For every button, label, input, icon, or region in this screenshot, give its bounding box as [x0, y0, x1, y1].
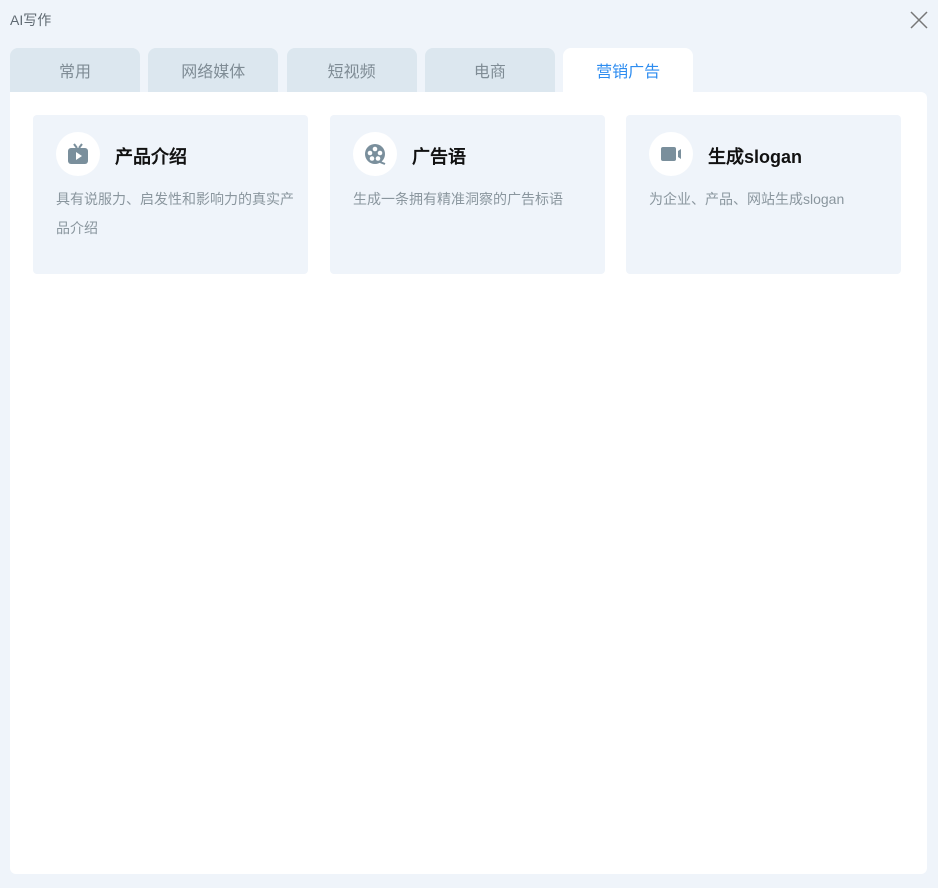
- card-description: 具有说服力、启发性和影响力的真实产品介绍: [56, 191, 294, 236]
- card-title: 生成slogan: [708, 147, 803, 167]
- card-generate-slogan[interactable]: 生成slogan 为企业、产品、网站生成slogan: [626, 115, 901, 274]
- close-icon[interactable]: [908, 9, 930, 31]
- video-camera-icon: [649, 132, 693, 176]
- card-ad-slogan[interactable]: 广告语 生成一条拥有精准洞察的广告标语: [330, 115, 605, 274]
- card-description: 为企业、产品、网站生成slogan: [649, 191, 845, 207]
- tab-bar: 常用 网络媒体 短视频 电商 营销广告: [10, 48, 701, 92]
- tab-marketing-ads[interactable]: 营销广告: [563, 48, 694, 92]
- card-title: 广告语: [412, 147, 466, 167]
- content-panel: 产品介绍 具有说服力、启发性和影响力的真实产品介绍 广告语 生成一条拥有精准洞察…: [10, 92, 927, 874]
- tv-play-icon: [56, 132, 100, 176]
- tab-short-video[interactable]: 短视频: [286, 48, 417, 92]
- window-title: AI写作: [10, 12, 52, 28]
- film-reel-icon: [353, 132, 397, 176]
- tab-online-media[interactable]: 网络媒体: [148, 48, 279, 92]
- card-description: 生成一条拥有精准洞察的广告标语: [353, 191, 563, 207]
- card-title: 产品介绍: [115, 147, 187, 167]
- tab-ecommerce[interactable]: 电商: [424, 48, 555, 92]
- tab-common[interactable]: 常用: [10, 48, 140, 92]
- card-product-intro[interactable]: 产品介绍 具有说服力、启发性和影响力的真实产品介绍: [33, 115, 308, 274]
